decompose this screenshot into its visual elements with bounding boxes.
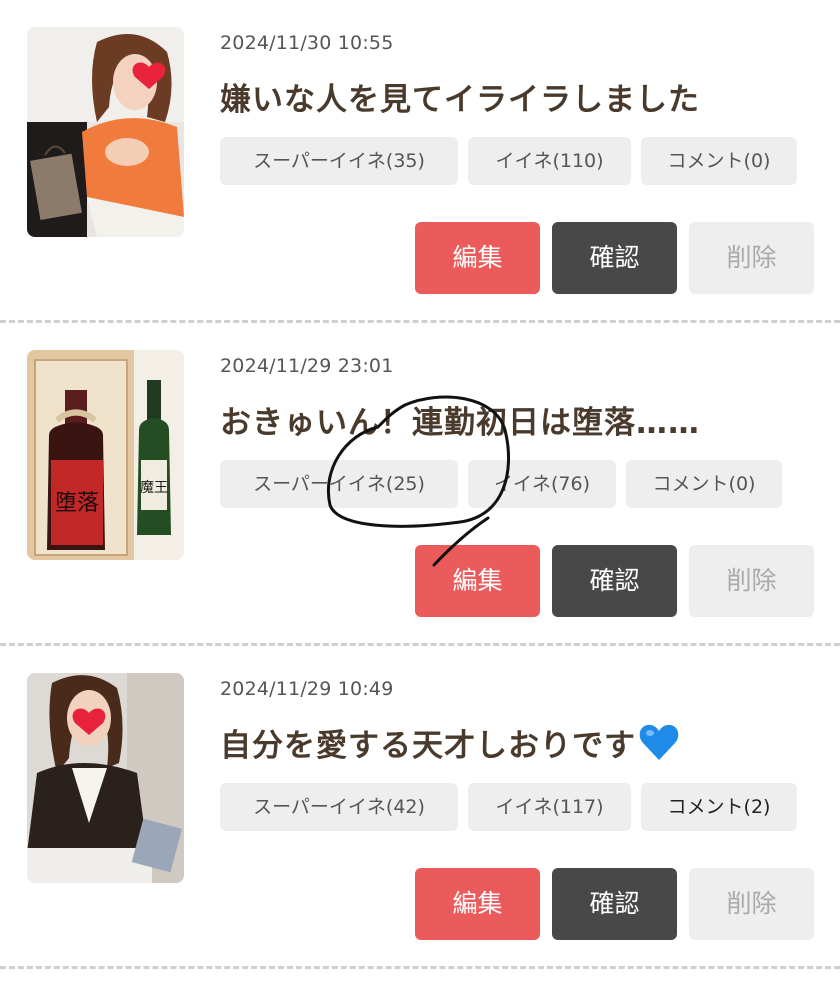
post-date: 2024/11/30 10:55	[220, 32, 394, 54]
post-thumbnail[interactable]: 堕落 魔王	[27, 350, 184, 560]
post-stats: スーパーイイネ(42) イイネ(117) コメント(2)	[220, 783, 797, 831]
woman-photo-image	[27, 27, 184, 237]
post-title[interactable]: 嫌いな人を見てイライラしました	[220, 74, 700, 119]
post-actions: 編集 確認 削除	[415, 868, 814, 940]
confirm-button[interactable]: 確認	[552, 868, 677, 940]
confirm-button[interactable]: 確認	[552, 545, 677, 617]
delete-button[interactable]: 削除	[689, 868, 814, 940]
like-count: イイネ(110)	[468, 137, 631, 185]
blue-heart-icon	[639, 724, 679, 760]
comment-count: コメント(0)	[626, 460, 782, 508]
post-thumbnail[interactable]	[27, 673, 184, 883]
delete-button[interactable]: 削除	[689, 222, 814, 294]
post-item: 堕落 魔王 2024/11/29 23:01 おきゅいん！連勤初日は堕落…… ス…	[0, 323, 840, 646]
post-item: 2024/11/29 10:49 自分を愛する天才しおりです スーパーイイネ(4…	[0, 646, 840, 969]
post-thumbnail[interactable]	[27, 27, 184, 237]
post-item: 2024/11/30 10:55 嫌いな人を見てイライラしました スーパーイイネ…	[0, 0, 840, 323]
edit-button[interactable]: 編集	[415, 545, 540, 617]
bottle-label-text: 堕落	[55, 491, 99, 516]
post-title-text: 自分を愛する天才しおりです	[220, 728, 636, 764]
edit-button[interactable]: 編集	[415, 868, 540, 940]
super-like-count: スーパーイイネ(35)	[220, 137, 458, 185]
post-actions: 編集 確認 削除	[415, 545, 814, 617]
divider	[0, 966, 840, 969]
comment-count: コメント(2)	[641, 783, 797, 831]
delete-button[interactable]: 削除	[689, 545, 814, 617]
comment-count: コメント(0)	[641, 137, 797, 185]
post-title[interactable]: 自分を愛する天才しおりです	[220, 720, 680, 765]
post-stats: スーパーイイネ(35) イイネ(110) コメント(0)	[220, 137, 797, 185]
super-like-count: スーパーイイネ(25)	[220, 460, 458, 508]
confirm-button[interactable]: 確認	[552, 222, 677, 294]
edit-button[interactable]: 編集	[415, 222, 540, 294]
sake-label-text: 魔王	[140, 480, 168, 496]
sake-bottle-photo-image: 堕落 魔王	[27, 350, 184, 560]
post-date: 2024/11/29 23:01	[220, 355, 394, 377]
post-date: 2024/11/29 10:49	[220, 678, 394, 700]
woman-photo-image	[27, 673, 184, 883]
post-stats: スーパーイイネ(25) イイネ(76) コメント(0)	[220, 460, 782, 508]
like-count: イイネ(76)	[468, 460, 616, 508]
super-like-count: スーパーイイネ(42)	[220, 783, 458, 831]
post-title[interactable]: おきゅいん！連勤初日は堕落……	[220, 397, 700, 442]
like-count: イイネ(117)	[468, 783, 631, 831]
post-actions: 編集 確認 削除	[415, 222, 814, 294]
